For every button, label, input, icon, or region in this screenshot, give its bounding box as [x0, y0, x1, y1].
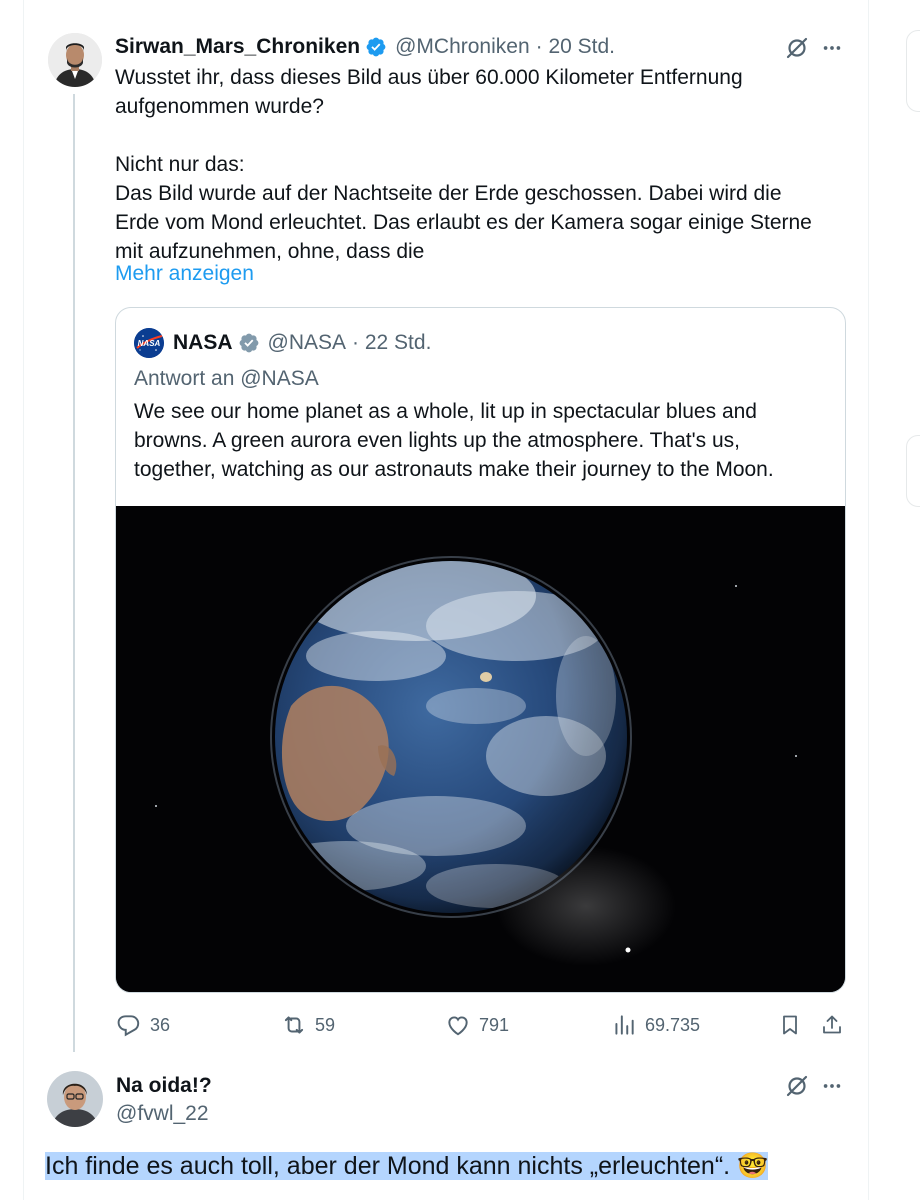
nasa-avatar[interactable]: NASA	[134, 328, 164, 358]
tweet-text-line: Erde vom Mond erleuchtet. Das erlaubt es…	[115, 211, 812, 234]
quoted-tweet-timestamp[interactable]: · 22 Std.	[352, 331, 431, 355]
share-icon	[823, 1015, 841, 1034]
right-panel-edge	[906, 30, 920, 112]
views-button[interactable]: 69.735	[611, 1010, 700, 1040]
repost-count: 59	[315, 1014, 336, 1035]
repost-button[interactable]: 59	[281, 1010, 335, 1040]
more-options-button[interactable]	[818, 34, 846, 62]
reply-button[interactable]: 36	[116, 1010, 170, 1040]
grok-button[interactable]	[783, 1072, 811, 1100]
right-panel-edge	[906, 435, 920, 507]
verified-badge-icon	[366, 37, 386, 57]
more-options-icon	[823, 46, 841, 50]
grok-icon	[786, 37, 808, 59]
views-count: 69.735	[645, 1014, 701, 1035]
quoted-tweet-card[interactable]: NASA NASA @NASA · 22 Std. Antwort an @NA…	[115, 307, 846, 993]
tweet-text-line: aufgenommen wurde?	[115, 95, 324, 118]
nerd-face-emoji: 🤓	[737, 1152, 769, 1180]
reply-author-name[interactable]: Na oida!?	[116, 1074, 212, 1098]
avatar[interactable]	[48, 33, 102, 87]
like-button[interactable]: 791	[445, 1010, 509, 1040]
quoted-text-line: together, watching as our astronauts mak…	[134, 458, 774, 481]
quoted-author-name[interactable]: NASA	[173, 331, 233, 355]
bookmark-icon	[783, 1015, 797, 1035]
tweet-text-line: Wusstet ihr, dass dieses Bild aus über 6…	[115, 66, 743, 89]
quoted-tweet-text: We see our home planet as a whole, lit u…	[134, 397, 834, 484]
avatar[interactable]	[47, 1071, 103, 1127]
quoted-text-line: We see our home planet as a whole, lit u…	[134, 400, 757, 423]
bookmark-button[interactable]	[776, 1011, 804, 1039]
author-name[interactable]: Sirwan_Mars_Chroniken	[115, 35, 360, 59]
reply-icon	[117, 1015, 140, 1037]
grok-button[interactable]	[783, 34, 811, 62]
quoted-text-line: browns. A green aurora even lights up th…	[134, 429, 740, 452]
tweet-text-line: Das Bild wurde auf der Nachtseite der Er…	[115, 182, 782, 205]
tweet-text-line: Nicht nur das:	[115, 153, 245, 176]
right-column-border	[868, 0, 869, 1200]
reply-author-handle[interactable]: @fvwl_22	[116, 1102, 209, 1126]
reply-context[interactable]: Antwort an @NASA	[134, 367, 319, 391]
avatar-photo-icon	[48, 33, 102, 87]
like-count: 791	[479, 1014, 510, 1035]
reply-tweet-text: Ich finde es auch toll, aber der Mond ka…	[45, 1149, 769, 1183]
more-options-button[interactable]	[818, 1072, 846, 1100]
reply-count: 36	[150, 1014, 171, 1035]
thread-connector-line	[73, 94, 75, 1052]
more-options-icon	[823, 1084, 841, 1088]
main-tweet-header: Sirwan_Mars_Chroniken @MChroniken · 20 S…	[115, 33, 615, 61]
tweet-text: Wusstet ihr, dass dieses Bild aus über 6…	[115, 63, 845, 266]
quoted-tweet-header: NASA NASA @NASA · 22 Std.	[134, 328, 431, 358]
repost-icon	[284, 1016, 304, 1034]
verified-badge-icon	[239, 333, 258, 353]
show-more-link[interactable]: Mehr anzeigen	[115, 262, 254, 286]
grok-icon	[786, 1075, 808, 1097]
like-icon	[448, 1016, 468, 1036]
earth-image	[116, 506, 845, 992]
nasa-avatar-text: NASA	[137, 338, 161, 348]
selected-reply-text: Ich finde es auch toll, aber der Mond ka…	[45, 1152, 731, 1180]
views-icon	[615, 1015, 634, 1035]
avatar-photo-icon	[47, 1071, 103, 1127]
author-handle[interactable]: @MChroniken	[395, 35, 530, 59]
tweet-timestamp[interactable]: · 20 Std.	[536, 35, 615, 59]
earth-photo[interactable]	[116, 506, 845, 992]
share-button[interactable]	[818, 1011, 846, 1039]
quoted-author-handle[interactable]: @NASA	[268, 331, 347, 355]
left-column-border	[23, 0, 24, 1200]
